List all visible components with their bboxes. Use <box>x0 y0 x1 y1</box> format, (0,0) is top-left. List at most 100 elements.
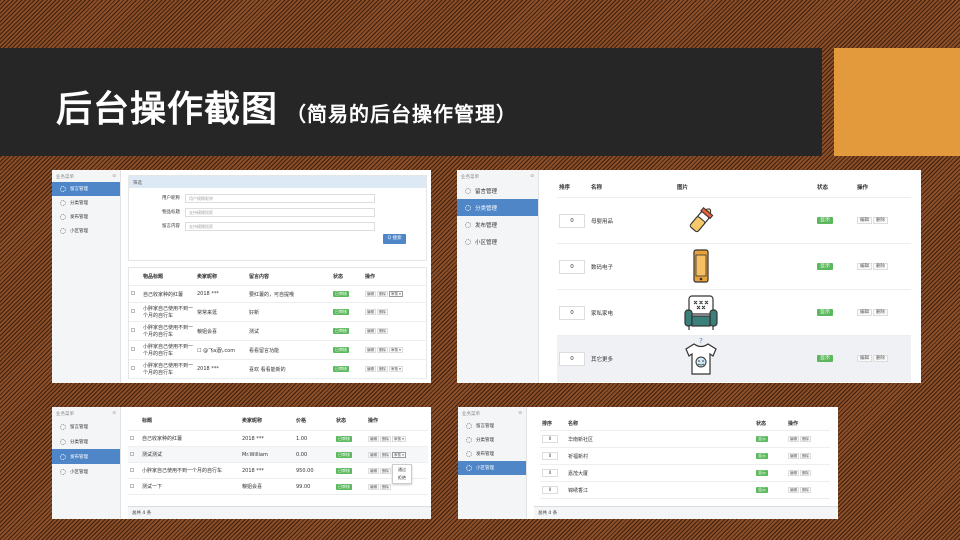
community-name: 祈福新村 <box>568 453 589 460</box>
delete-button[interactable]: 删除 <box>873 355 888 362</box>
review-dropdown-button[interactable]: 审核 ▾ <box>389 347 403 353</box>
delete-button[interactable]: 删除 <box>380 435 391 442</box>
sort-order-input[interactable]: 0 <box>559 259 585 274</box>
review-dropdown-button[interactable]: 审核 ▾ <box>392 435 406 442</box>
delete-button[interactable]: 删除 <box>380 451 391 458</box>
sidebar-item-publish[interactable]: 发布管理 <box>458 447 526 461</box>
collapse-icon[interactable]: ⊙ <box>112 174 116 180</box>
edit-button[interactable]: 编辑 <box>857 309 872 316</box>
delete-button[interactable]: 删除 <box>800 487 811 493</box>
edit-button[interactable]: 编辑 <box>788 436 799 442</box>
edit-button[interactable]: 编辑 <box>368 435 379 442</box>
review-dropdown-button[interactable]: 审核 ▾ <box>389 291 403 297</box>
status-badge: 显示 <box>817 309 834 316</box>
delete-button[interactable]: 删除 <box>377 347 388 353</box>
edit-button[interactable]: 编辑 <box>365 309 376 315</box>
collapse-icon[interactable]: ⊙ <box>518 411 522 417</box>
edit-button[interactable]: 编辑 <box>365 291 376 297</box>
row-checkbox[interactable] <box>131 291 135 295</box>
edit-button[interactable]: 编辑 <box>368 483 379 490</box>
delete-button[interactable]: 删除 <box>800 453 811 459</box>
sort-order-input[interactable]: 0 <box>542 435 558 443</box>
delete-button[interactable]: 删除 <box>380 467 391 474</box>
row-checkbox[interactable] <box>131 309 135 313</box>
edit-button[interactable]: 编辑 <box>788 453 799 459</box>
filter-label: 留言内容 <box>162 224 180 229</box>
sidebar-item-publish[interactable]: 发布管理 <box>457 216 538 233</box>
edit-button[interactable]: 编辑 <box>788 470 799 476</box>
sidebar-item-categories[interactable]: 分类管理 <box>457 199 538 216</box>
collapse-icon[interactable]: ⊙ <box>112 411 116 417</box>
approve-option[interactable]: 通过 <box>393 466 411 474</box>
collapse-icon[interactable]: ⊙ <box>530 174 534 180</box>
search-button[interactable]: Q 搜索 <box>383 234 406 244</box>
edit-button[interactable]: 编辑 <box>368 451 379 458</box>
delete-button[interactable]: 删除 <box>873 309 888 316</box>
item-title: 测试测试 <box>142 452 163 458</box>
sidebar-item-categories[interactable]: 分类管理 <box>52 196 120 210</box>
edit-button[interactable]: 编辑 <box>365 347 376 353</box>
edit-button[interactable]: 编辑 <box>857 217 872 224</box>
sidebar-item-communities[interactable]: 小区管理 <box>458 461 526 475</box>
sidebar-item-messages[interactable]: 留言管理 <box>457 182 538 199</box>
sort-order-input[interactable]: 0 <box>542 486 558 494</box>
sidebar-item-communities[interactable]: 小区管理 <box>52 224 120 238</box>
slide-title: 后台操作截图 （简易的后台操作管理） <box>56 89 518 130</box>
row-checkbox[interactable] <box>131 328 135 332</box>
row-checkbox[interactable] <box>130 451 134 456</box>
edit-button[interactable]: 编辑 <box>857 355 872 362</box>
sort-order-input[interactable]: 0 <box>542 452 558 460</box>
sidebar-item-categories[interactable]: 分类管理 <box>52 434 120 449</box>
sort-order-input[interactable]: 0 <box>559 351 585 366</box>
edit-button[interactable]: 编辑 <box>857 263 872 270</box>
reject-option[interactable]: 拒绝 <box>393 474 411 482</box>
sort-order-input[interactable]: 0 <box>559 213 585 228</box>
review-dropdown-button[interactable]: 审核 ▾ <box>392 451 406 458</box>
accent-block <box>834 48 960 156</box>
item-title-input[interactable]: 支持模糊搜索 <box>185 207 375 217</box>
sidebar-item-messages[interactable]: 留言管理 <box>52 419 120 434</box>
gear-icon <box>465 238 471 245</box>
edit-button[interactable]: 编辑 <box>365 328 376 334</box>
sidebar-item-label: 小区管理 <box>475 239 498 246</box>
sidebar-item-communities[interactable]: 小区管理 <box>52 464 120 479</box>
delete-button[interactable]: 删除 <box>873 217 888 224</box>
status-badge: 显示 <box>756 436 768 442</box>
nickname-input[interactable]: 用户模糊昵称 <box>185 193 375 203</box>
seller-name: 2018 *** <box>242 467 264 474</box>
sort-order-input[interactable]: 0 <box>542 469 558 477</box>
sidebar-item-publish[interactable]: 发布管理 <box>52 210 120 224</box>
sort-order-input[interactable]: 0 <box>559 305 585 320</box>
table-row: 0 华南新社区 显示 编辑 删除 <box>540 431 830 448</box>
sidebar-item-messages[interactable]: 留言管理 <box>52 182 120 196</box>
delete-button[interactable]: 删除 <box>377 328 388 334</box>
row-checkbox[interactable] <box>130 483 134 488</box>
delete-button[interactable]: 删除 <box>380 483 391 490</box>
delete-button[interactable]: 删除 <box>377 291 388 297</box>
delete-button[interactable]: 删除 <box>377 366 388 372</box>
delete-button[interactable]: 删除 <box>377 309 388 315</box>
row-checkbox[interactable] <box>130 467 134 472</box>
sidebar-item-categories[interactable]: 分类管理 <box>458 433 526 447</box>
row-checkbox[interactable] <box>131 347 135 351</box>
sidebar-item-messages[interactable]: 留言管理 <box>458 419 526 433</box>
status-badge: 已审核 <box>336 435 352 442</box>
seller-name: 粮姐会喜 <box>197 328 218 335</box>
sidebar-item-publish[interactable]: 发布管理 <box>52 449 120 464</box>
sidebar-item-communities[interactable]: 小区管理 <box>457 233 538 250</box>
delete-button[interactable]: 删除 <box>800 436 811 442</box>
message-content-input[interactable]: 支持模糊搜索 <box>185 221 375 231</box>
delete-button[interactable]: 删除 <box>873 263 888 270</box>
category-name: 家私家电 <box>591 310 614 317</box>
row-checkbox[interactable] <box>131 366 135 370</box>
edit-button[interactable]: 编辑 <box>368 467 379 474</box>
category-name: 其它更多 <box>591 356 614 363</box>
review-dropdown-button[interactable]: 审核 ▾ <box>389 366 403 372</box>
row-checkbox[interactable] <box>130 435 134 440</box>
column-header: 状态 <box>817 184 829 191</box>
delete-button[interactable]: 删除 <box>800 470 811 476</box>
gear-icon <box>60 453 66 460</box>
edit-button[interactable]: 编辑 <box>788 487 799 493</box>
column-header: 排序 <box>559 184 571 191</box>
edit-button[interactable]: 编辑 <box>365 366 376 372</box>
